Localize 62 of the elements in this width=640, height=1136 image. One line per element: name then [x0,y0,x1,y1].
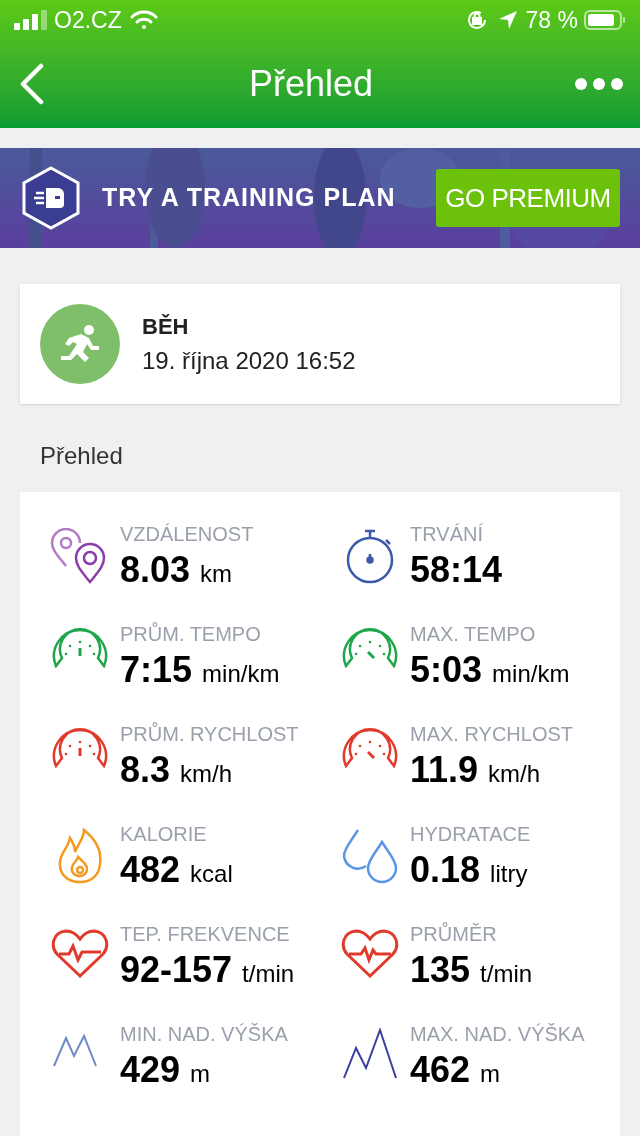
mountains-icon [342,1028,398,1080]
stat-value: 92-157 [120,950,233,990]
stat-unit: m [480,1059,501,1089]
stopwatch-icon [344,528,396,584]
heart-pulse-icon [51,928,109,978]
stat-label: TEP. FREKVENCE [120,922,291,946]
stat-label: PRŮM. RYCHLOST [120,722,299,746]
signal-icon [14,10,48,30]
carrier-name: O2.CZ [54,5,122,35]
stat-value: 482 [120,850,181,890]
stat-unit: m [190,1059,211,1089]
stat-label: MAX. TEMPO [410,622,537,646]
stat-label: PRŮM. TEMPO [120,622,262,646]
hexagon-logo-icon [22,166,80,230]
stat-label: MAX. RYCHLOST [410,722,573,746]
stat-unit: km [200,559,233,589]
stat-label: HYDRATACE [410,822,531,846]
stat-label: PRŮMĚR [410,922,498,946]
water-drops-icon [340,828,400,884]
stat-value: 135 [410,950,471,990]
rotation-lock-icon [465,9,488,31]
more-icon [575,78,623,90]
flame-icon [56,828,104,884]
heart-pulse-icon [341,928,399,978]
wifi-icon [129,10,158,30]
stat-unit: km/h [488,759,541,789]
stat-label: TRVÁNÍ [410,522,484,546]
stat-label: MAX. NAD. VÝŠKA [410,1022,585,1046]
stat-label: VZDÁLENOST [120,522,254,546]
stat-value: 429 [120,1050,181,1090]
stat-label: MIN. NAD. VÝŠKA [120,1022,288,1046]
back-icon [20,63,44,105]
sport-name: BĚH [142,312,190,341]
page-title: Přehled [248,62,374,106]
banner-text: TRY A TRAINING PLAN [102,182,396,214]
section-title: Přehled [40,441,123,471]
stat-unit: min/km [492,659,570,689]
stat-value: 8.3 [120,750,171,790]
speedometer-icon [342,628,398,668]
stat-value: 0.18 [410,850,481,890]
battery-icon [584,10,626,30]
stat-value: 58:14 [410,550,503,590]
runner-icon [59,324,101,364]
speedometer-icon [52,628,108,668]
stat-value: 11.9 [410,750,479,790]
battery-percent: 78 % [525,5,578,35]
stat-unit: min/km [202,659,280,689]
stat-value: 8.03 [120,550,191,590]
stat-unit: kcal [190,859,233,889]
go-premium-button[interactable]: GO PREMIUM [436,169,620,227]
stat-value: 5:03 [410,650,483,690]
stat-unit: litry [490,859,528,889]
stat-unit: t/min [480,959,533,989]
speedometer-icon [52,728,108,768]
location-arrow-icon [497,10,518,30]
stat-value: 7:15 [120,650,193,690]
stat-unit: km/h [180,759,233,789]
speedometer-icon [342,728,398,768]
stat-unit: t/min [242,959,295,989]
stat-value: 462 [410,1050,471,1090]
workout-date: 19. října 2020 16:52 [142,345,356,376]
stat-label: KALORIE [120,822,208,846]
